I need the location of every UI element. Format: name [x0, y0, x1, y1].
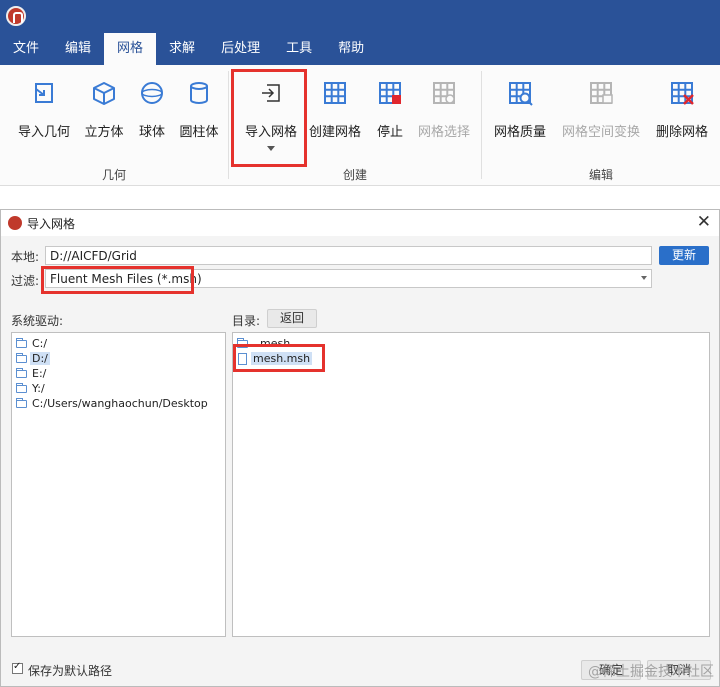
import-mesh-label: 导入网格: [244, 125, 297, 140]
delete-mesh-button[interactable]: 删除网格: [654, 79, 710, 140]
folder-icon: [16, 383, 27, 393]
app-logo-icon: [8, 216, 22, 230]
import-geometry-label: 导入几何: [17, 125, 70, 140]
sphere-button[interactable]: 球体: [134, 79, 170, 140]
cylinder-button[interactable]: 圆柱体: [174, 79, 224, 140]
drive-item[interactable]: C:/Users/wanghaochun/Desktop: [16, 396, 216, 412]
menu-solve[interactable]: 求解: [156, 33, 208, 65]
folder-icon: [237, 338, 248, 348]
mesh-transform-icon: [587, 79, 615, 107]
sphere-label: 球体: [138, 125, 165, 140]
stop-mesh-icon: [376, 79, 404, 107]
mesh-transform-label: 网格空间变换: [561, 125, 640, 140]
ribbon-group-geometry: 导入几何 立方体 球体 圆柱体 几何: [0, 65, 228, 186]
save-default-label: 保存为默认路径: [28, 664, 113, 678]
local-path-input[interactable]: D://AICFD/Grid: [45, 246, 652, 265]
cylinder-icon: [185, 79, 213, 107]
drive-label: C:/Users/wanghaochun/Desktop: [32, 397, 208, 410]
file-icon: [238, 353, 247, 365]
app-logo-icon: [6, 6, 26, 26]
local-path-label: 本地:: [11, 250, 40, 264]
file-label: mesh.msh: [251, 352, 313, 365]
mesh-select-button[interactable]: 网格选择: [415, 79, 473, 140]
drive-item[interactable]: Y:/: [16, 381, 216, 397]
delete-mesh-label: 删除网格: [655, 125, 708, 140]
ribbon-group-label-create: 创建: [342, 168, 367, 182]
menu-postprocess[interactable]: 后处理: [208, 33, 273, 65]
drive-item[interactable]: C:/: [16, 336, 216, 352]
drive-label: Y:/: [32, 382, 45, 395]
folder-icon: [16, 368, 27, 378]
filter-value: Fluent Mesh Files (*.msh): [50, 272, 202, 286]
import-mesh-icon: [257, 79, 285, 107]
ribbon-group-label-edit: 编辑: [588, 168, 613, 182]
filter-label: 过滤:: [11, 274, 40, 288]
cylinder-label: 圆柱体: [179, 125, 219, 140]
dialog-title-bar: 导入网格 ✕: [1, 210, 719, 236]
close-icon[interactable]: ✕: [697, 212, 711, 232]
menu-edit[interactable]: 编辑: [52, 33, 104, 65]
cube-button[interactable]: 立方体: [80, 79, 128, 140]
dialog-title: 导入网格: [27, 217, 76, 231]
import-geometry-button[interactable]: 导入几何: [14, 79, 74, 140]
drive-label: E:/: [32, 367, 47, 380]
directory-label: 目录:: [232, 314, 261, 328]
drive-item[interactable]: E:/: [16, 366, 216, 382]
mesh-quality-button[interactable]: 网格质量: [492, 79, 548, 140]
title-bar: [0, 0, 720, 33]
chevron-down-icon: [641, 276, 647, 280]
filter-select[interactable]: Fluent Mesh Files (*.msh): [45, 269, 652, 288]
refresh-button[interactable]: 更新: [659, 246, 709, 265]
menu-tools[interactable]: 工具: [273, 33, 325, 65]
file-label: ..mesh: [253, 337, 291, 350]
menu-file[interactable]: 文件: [0, 33, 52, 65]
cube-icon: [90, 79, 118, 107]
ribbon-group-edit: 网格质量 网格空间变换 删除网格 编辑: [482, 65, 720, 186]
menu-help[interactable]: 帮助: [325, 33, 377, 65]
import-geometry-icon: [30, 79, 58, 107]
ribbon-group-label-geometry: 几何: [101, 168, 126, 182]
mesh-select-label: 网格选择: [417, 125, 470, 140]
drive-item[interactable]: D:/: [16, 351, 216, 367]
menu-bar: 文件 编辑 网格 求解 后处理 工具 帮助: [0, 33, 720, 65]
import-mesh-button[interactable]: 导入网格: [240, 79, 302, 151]
list-item[interactable]: ..mesh: [237, 336, 437, 352]
folder-icon: [16, 338, 27, 348]
create-mesh-label: 创建网格: [308, 125, 361, 140]
drive-label: C:/: [32, 337, 48, 350]
mesh-select-icon: [430, 79, 458, 107]
folder-icon: [16, 353, 27, 363]
mesh-quality-icon: [506, 79, 534, 107]
list-item[interactable]: mesh.msh: [237, 351, 437, 367]
stop-label: 停止: [376, 125, 403, 140]
watermark: @稀土掘金技术社区: [588, 664, 714, 680]
chevron-down-icon: [267, 146, 275, 151]
mesh-transform-button[interactable]: 网格空间变换: [560, 79, 642, 140]
directory-list: ..mesh mesh.msh: [232, 332, 710, 637]
delete-mesh-icon: [668, 79, 696, 107]
drives-label: 系统驱动:: [11, 314, 64, 328]
back-button[interactable]: 返回: [267, 309, 317, 328]
save-default-checkbox[interactable]: [12, 661, 23, 674]
stop-button[interactable]: 停止: [373, 79, 407, 140]
ribbon-body: 导入几何 立方体 球体 圆柱体 几何 导入网格 创建网格 停止 网格选择 创建 …: [0, 65, 720, 186]
create-mesh-icon: [321, 79, 349, 107]
ribbon-window: 文件 编辑 网格 求解 后处理 工具 帮助 导入几何 立方体 球体 圆柱体 几何…: [0, 0, 720, 186]
mesh-quality-label: 网格质量: [493, 125, 546, 140]
cube-label: 立方体: [84, 125, 124, 140]
drive-label: D:/: [30, 352, 50, 365]
menu-mesh[interactable]: 网格: [104, 33, 157, 65]
import-mesh-dialog: 导入网格 ✕ 本地: D://AICFD/Grid 更新 过滤: Fluent …: [0, 209, 720, 687]
folder-icon: [16, 398, 27, 408]
ribbon-group-create: 导入网格 创建网格 停止 网格选择 创建: [229, 65, 481, 186]
sphere-icon: [138, 79, 166, 107]
create-mesh-button[interactable]: 创建网格: [307, 79, 363, 140]
drives-list: C:/ D:/ E:/ Y:/ C:/Users/wanghaochun/Des…: [11, 332, 226, 637]
